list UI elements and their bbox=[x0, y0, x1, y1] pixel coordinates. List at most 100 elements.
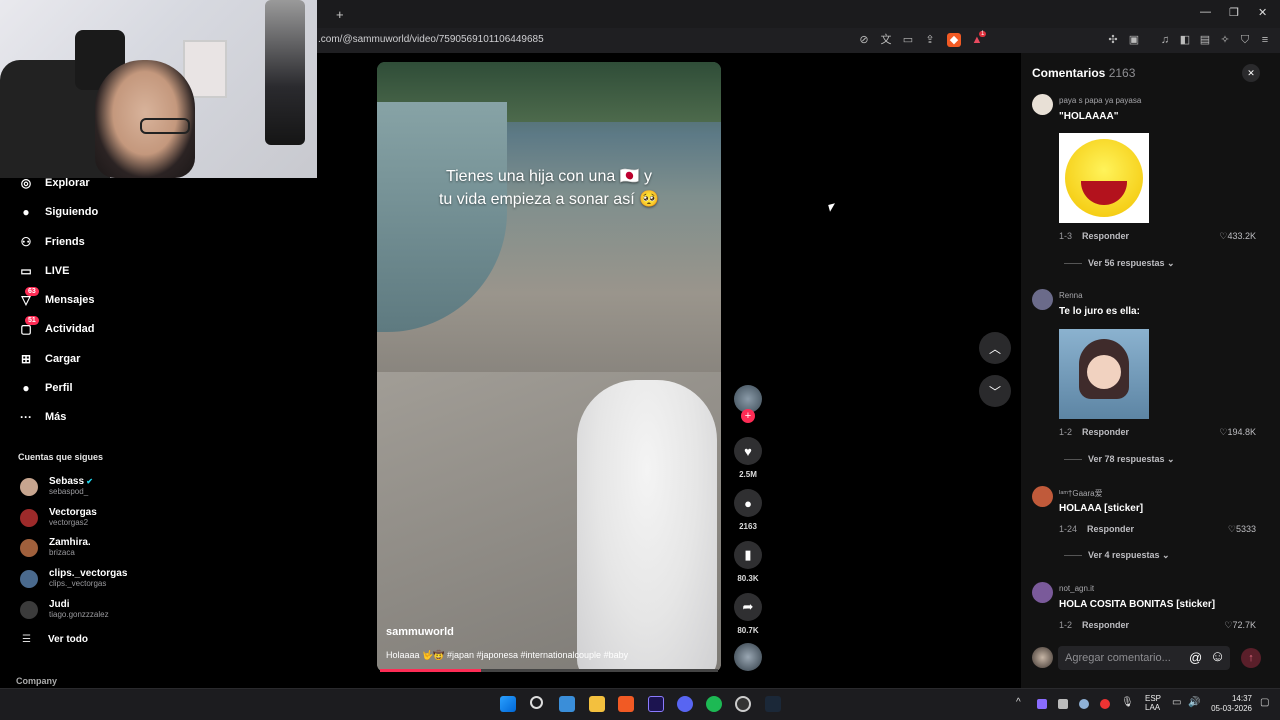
following-account[interactable]: Zamhira. brizaca bbox=[20, 537, 91, 558]
steam-icon[interactable] bbox=[765, 696, 781, 712]
close-comments-icon[interactable]: ✕ bbox=[1242, 64, 1260, 82]
minimize-button[interactable]: — bbox=[1200, 6, 1211, 18]
video-author[interactable]: sammuworld bbox=[386, 626, 454, 638]
comment-item: Renna Te lo juro es ella: 1-2 Responder ♡194… bbox=[1032, 289, 1262, 464]
following-account[interactable]: Vectorgas vectorgas2 bbox=[20, 507, 97, 528]
sidebar-item-label: Actividad bbox=[45, 323, 95, 335]
brave-shield-icon[interactable]: ◆ bbox=[947, 33, 961, 47]
send-comment-button[interactable]: ↑ bbox=[1241, 648, 1261, 668]
obs-icon[interactable] bbox=[735, 696, 751, 712]
translate-icon[interactable]: 文 bbox=[879, 33, 893, 47]
search-icon[interactable] bbox=[530, 696, 543, 709]
reply-button[interactable]: Responder bbox=[1087, 524, 1134, 534]
bookmark-icon[interactable]: ▮ bbox=[734, 541, 762, 569]
tray-record-icon[interactable] bbox=[1100, 699, 1110, 709]
video-player[interactable]: Tienes una hija con una 🇯🇵 y tu vida emp… bbox=[377, 62, 721, 672]
premiere-icon[interactable] bbox=[648, 696, 664, 712]
previous-video-button[interactable]: ︿ bbox=[979, 332, 1011, 364]
close-window-button[interactable]: ✕ bbox=[1258, 6, 1267, 19]
comment-like-button[interactable]: ♡194.8K bbox=[1219, 427, 1256, 438]
comment-item: ᴵᵃᵐ†Gaara爱 HOLAAA [sticker] 1-24 Responder ♡… bbox=[1032, 486, 1262, 560]
sidebar-item-label: Mensajes bbox=[45, 294, 95, 306]
media-icon[interactable]: ♫ bbox=[1158, 33, 1172, 47]
reply-button[interactable]: Responder bbox=[1082, 231, 1129, 241]
company-link[interactable]: Company bbox=[16, 676, 57, 686]
glasses-shape bbox=[140, 118, 190, 134]
file-explorer-icon[interactable] bbox=[589, 696, 605, 712]
brave-browser-icon[interactable] bbox=[618, 696, 634, 712]
spotify-icon[interactable] bbox=[706, 696, 722, 712]
following-account[interactable]: clips._vectorgas clips._vectorgas bbox=[20, 568, 127, 589]
leo-icon[interactable]: ✧ bbox=[1218, 33, 1232, 47]
sidebar-item-live[interactable]: ▭ LIVE bbox=[18, 260, 69, 282]
view-replies-button[interactable]: Ver 56 respuestas ⌄ bbox=[1064, 258, 1175, 269]
reply-button[interactable]: Responder bbox=[1082, 427, 1129, 437]
following-title: Cuentas que sigues bbox=[18, 452, 104, 462]
tray-discord-icon[interactable] bbox=[1058, 699, 1068, 709]
verified-icon: ✔ bbox=[84, 477, 93, 486]
comment-username[interactable]: not_agn.it bbox=[1059, 584, 1094, 593]
view-replies-button[interactable]: Ver 4 respuestas ⌄ bbox=[1064, 550, 1170, 561]
screen-icon[interactable]: ▭ bbox=[901, 33, 915, 47]
sidebar-item-siguiendo[interactable]: ● Siguiendo bbox=[18, 201, 98, 223]
mention-icon[interactable]: @ bbox=[1189, 650, 1202, 665]
discord-icon[interactable] bbox=[677, 696, 693, 712]
keyboard-language[interactable]: ESP LAA bbox=[1145, 694, 1161, 712]
sidebar-item-friends[interactable]: ⚇ Friends bbox=[18, 231, 85, 253]
commenter-avatar[interactable] bbox=[1032, 289, 1053, 310]
tab-search-icon[interactable]: ▣ bbox=[1127, 33, 1141, 47]
sticker-anime-girl bbox=[1059, 329, 1149, 419]
comment-username[interactable]: paya s papa ya payasa bbox=[1059, 96, 1141, 105]
sidebar-item-m-s[interactable]: ··· Más bbox=[18, 406, 66, 428]
sidebar-item-label: Siguiendo bbox=[45, 206, 99, 218]
new-tab-button[interactable]: + bbox=[336, 7, 344, 22]
commenter-avatar[interactable] bbox=[1032, 582, 1053, 603]
like-icon[interactable]: ♥ bbox=[734, 437, 762, 465]
tray-app-icon[interactable] bbox=[1037, 699, 1047, 709]
reply-button[interactable]: Responder bbox=[1082, 620, 1129, 630]
video-caption-line1: Tienes una hija con una 🇯🇵 y bbox=[445, 168, 653, 185]
following-account[interactable]: Judi tiago.gonzzzalez bbox=[20, 599, 109, 620]
no-cast-icon[interactable]: ⊘ bbox=[857, 33, 871, 47]
commenter-avatar[interactable] bbox=[1032, 486, 1053, 507]
tray-chevron-icon[interactable]: ^ bbox=[1016, 697, 1021, 708]
upload-icon: ⊞ bbox=[20, 352, 32, 366]
menu-icon[interactable]: ≡ bbox=[1258, 33, 1272, 47]
tray-steam-icon[interactable] bbox=[1079, 699, 1089, 709]
comment-like-button[interactable]: ♡72.7K bbox=[1224, 620, 1256, 631]
sidebar-item-perfil[interactable]: ● Perfil bbox=[18, 377, 72, 399]
network-icon[interactable]: ▭ bbox=[1172, 697, 1181, 708]
sidebar-item-cargar[interactable]: ⊞ Cargar bbox=[18, 348, 81, 370]
sidebar-toggle-icon[interactable]: ◧ bbox=[1178, 33, 1192, 47]
start-icon[interactable] bbox=[500, 696, 516, 712]
see-all-link[interactable]: Ver todo bbox=[48, 634, 88, 645]
extensions-icon[interactable]: ✣ bbox=[1106, 33, 1120, 47]
view-replies-button[interactable]: Ver 78 respuestas ⌄ bbox=[1064, 454, 1175, 465]
comment-like-button[interactable]: ♡5333 bbox=[1228, 524, 1256, 535]
vpn-icon[interactable]: ⛉ bbox=[1238, 33, 1252, 47]
photos-icon[interactable] bbox=[559, 696, 575, 712]
volume-icon[interactable]: 🔊 bbox=[1188, 697, 1200, 708]
comment-date: 1-24 bbox=[1059, 524, 1078, 534]
commenter-avatar[interactable] bbox=[1032, 94, 1053, 115]
video-description[interactable]: Holaaaa 🤟🤠 #japan #japonesa #internation… bbox=[386, 650, 628, 661]
next-video-button[interactable]: ﹀ bbox=[979, 375, 1011, 407]
wallet-icon[interactable]: ▤ bbox=[1198, 33, 1212, 47]
video-progress-bar[interactable] bbox=[380, 669, 718, 672]
emoji-icon[interactable]: ☺ bbox=[1210, 648, 1225, 665]
comment-username[interactable]: ᴵᵃᵐ†Gaara爱 bbox=[1059, 488, 1103, 499]
url-text[interactable]: .com/@sammuworld/video/75905691011064496… bbox=[318, 34, 544, 45]
share-arrow-icon[interactable]: ➦ bbox=[734, 593, 762, 621]
notifications-icon[interactable]: ▢ bbox=[1260, 697, 1269, 708]
sound-avatar[interactable] bbox=[734, 643, 762, 671]
clock[interactable]: 14:37 05-03-2026 bbox=[1210, 694, 1252, 714]
microphone-icon[interactable]: 🎙 bbox=[1121, 697, 1134, 708]
share-icon[interactable]: ⇪ bbox=[923, 33, 937, 47]
comment-username[interactable]: Renna bbox=[1059, 291, 1083, 300]
follow-plus-button[interactable]: + bbox=[741, 409, 755, 423]
guitar-shape bbox=[265, 0, 305, 145]
comment-icon[interactable]: ● bbox=[734, 489, 762, 517]
following-account[interactable]: Sebass ✔ sebaspod_ bbox=[20, 476, 93, 497]
comment-like-button[interactable]: ♡433.2K bbox=[1219, 231, 1256, 242]
restore-button[interactable]: ❐ bbox=[1229, 6, 1239, 19]
